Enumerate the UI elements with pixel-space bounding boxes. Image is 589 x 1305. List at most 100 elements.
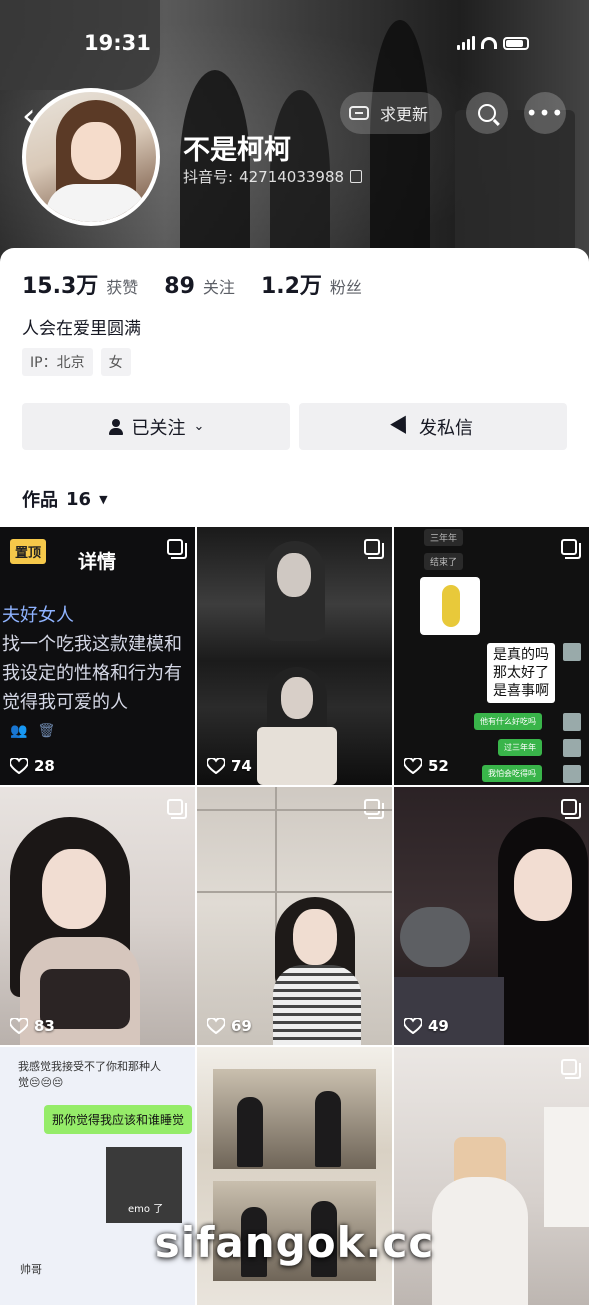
person-check-icon — [108, 418, 124, 435]
stat-value: 1.2万 — [260, 274, 322, 299]
tile-text-line: 觉得我可爱的人 — [2, 692, 128, 713]
heart-icon — [10, 1018, 28, 1034]
chevron-left-icon[interactable]: ‹ — [22, 96, 62, 136]
profile-tags: IP：北京 女 — [22, 348, 131, 376]
works-tab[interactable]: 作品 16 ▼ — [22, 486, 108, 512]
like-count: 52 — [404, 757, 449, 775]
video-tile[interactable]: 49 — [394, 787, 589, 1045]
photo-figure — [315, 1091, 341, 1167]
heart-icon — [404, 1018, 422, 1034]
chevron-down-icon: ⌄ — [193, 419, 205, 434]
douyin-id-label: 抖音号: — [183, 168, 234, 186]
more-icon: ••• — [525, 101, 565, 125]
stat-followers[interactable]: 1.2万 粉丝 — [261, 268, 362, 300]
send-message-button[interactable]: 发私信 — [299, 403, 567, 450]
search-icon — [478, 104, 496, 122]
chat-chip: 三年年 — [424, 529, 464, 546]
wall-tile-line — [197, 891, 392, 893]
like-count-value: 74 — [231, 757, 252, 775]
tile-title: 详情 — [78, 551, 117, 573]
like-count: 49 — [404, 1017, 449, 1035]
stat-value: 89 — [164, 274, 195, 299]
multi-image-icon — [561, 799, 581, 819]
request-update-button[interactable]: 求更新 — [340, 92, 443, 134]
chat-text: 我感觉我接受不了你和那种人 觉😔😔😔 — [18, 1059, 161, 1091]
search-button[interactable] — [466, 92, 508, 134]
stat-value: 15.3万 — [22, 274, 99, 299]
profile-username: 不是柯柯 — [183, 135, 291, 166]
chat-avatar — [563, 713, 581, 731]
stat-label: 获赞 — [106, 278, 139, 297]
chat-avatar — [563, 739, 581, 757]
status-icons — [457, 36, 529, 50]
tag-ip-location: IP：北京 — [22, 348, 93, 376]
chat-bubble-line: 是喜事啊 — [493, 683, 549, 699]
multi-image-icon — [167, 799, 187, 819]
status-time: 19:31 — [84, 31, 151, 55]
video-tile[interactable]: 83 — [0, 787, 195, 1045]
request-update-label: 求更新 — [380, 105, 429, 124]
tile-text-line: 我设定的性格和行为有 — [2, 663, 182, 684]
banner-photo-figure — [370, 20, 430, 260]
like-count: 83 — [10, 1017, 55, 1035]
photo-figure — [544, 1107, 589, 1227]
sticker-caption: emo 了 — [128, 1204, 164, 1215]
like-count: 74 — [207, 757, 252, 775]
heart-icon — [10, 758, 28, 774]
stat-likes[interactable]: 15.3万 获赞 — [22, 268, 138, 300]
chat-avatar — [563, 765, 581, 783]
video-tile[interactable]: 置顶 详情 夫好女人 找一个吃我这款建模和 我设定的性格和行为有 觉得我可爱的人… — [0, 527, 195, 785]
chat-green-bubble: 那你觉得我应该和谁睡觉 — [44, 1105, 193, 1134]
chat-bubble-line: 那太好了 — [493, 665, 549, 681]
like-count: 69 — [207, 1017, 252, 1035]
works-count: 16 — [66, 488, 92, 510]
douyin-id-row[interactable]: 抖音号: 42714033988 — [183, 166, 363, 187]
heart-icon — [207, 758, 225, 774]
photo-figure — [237, 1097, 263, 1167]
chat-green-chip: 他有什么好吃吗 — [474, 713, 542, 730]
chat-bubble-line: 是真的吗 — [493, 647, 549, 663]
tag-gender: 女 — [100, 348, 131, 376]
stat-following[interactable]: 89 关注 — [164, 274, 235, 299]
chat-chip: 结束了 — [424, 553, 464, 570]
multi-image-icon — [364, 539, 384, 559]
chat-green-chip: 过三年年 — [498, 739, 542, 756]
pinned-badge: 置顶 — [10, 539, 47, 564]
video-tile[interactable]: 69 — [197, 787, 392, 1045]
video-tile[interactable]: 74 — [197, 527, 392, 785]
send-icon — [390, 415, 414, 438]
works-grid: 置顶 详情 夫好女人 找一个吃我这款建模和 我设定的性格和行为有 觉得我可爱的人… — [0, 527, 589, 1305]
chat-text-line: 我感觉我接受不了你和那种人 — [18, 1060, 161, 1073]
stat-label: 粉丝 — [329, 278, 362, 297]
multi-image-icon — [364, 799, 384, 819]
chat-avatar — [563, 643, 581, 661]
photo-figure — [400, 907, 470, 967]
tile-text-line: 夫好女人 — [2, 605, 74, 626]
video-tile[interactable]: 三年年 结束了 是真的吗 那太好了 是喜事啊 他有什么好吃吗 过三年年 我怕会吃… — [394, 527, 589, 785]
photo-figure — [42, 849, 106, 929]
profile-bio: 人会在爱里圆满 — [22, 319, 141, 339]
trash-icon: 🗑 — [37, 723, 56, 739]
wall-tile-line — [197, 809, 392, 811]
chat-text-line: 觉😔😔😔 — [18, 1076, 64, 1089]
following-button[interactable]: 已关注 ⌄ — [22, 403, 290, 450]
copy-icon[interactable] — [350, 170, 363, 183]
sticker-image — [420, 577, 480, 635]
battery-icon — [503, 36, 529, 50]
caret-down-icon: ▼ — [99, 492, 108, 506]
sticker-image: emo 了 — [106, 1147, 182, 1223]
multi-image-icon — [561, 1059, 581, 1079]
profile-card: 15.3万 获赞 89 关注 1.2万 粉丝 人会在爱里圆满 IP：北京 女 已… — [0, 248, 589, 524]
profile-stats: 15.3万 获赞 89 关注 1.2万 粉丝 — [22, 268, 362, 300]
multi-image-icon — [561, 539, 581, 559]
chat-bubble: 是真的吗 那太好了 是喜事啊 — [487, 643, 555, 703]
works-label: 作品 — [22, 490, 58, 511]
more-button[interactable]: ••• — [524, 92, 566, 134]
signal-icon — [457, 36, 475, 50]
photo-figure — [281, 677, 313, 719]
like-count: 28 — [10, 757, 55, 775]
photo-figure — [273, 965, 361, 1045]
heart-icon — [207, 1018, 225, 1034]
heart-icon — [404, 758, 422, 774]
photo-figure — [277, 553, 311, 597]
